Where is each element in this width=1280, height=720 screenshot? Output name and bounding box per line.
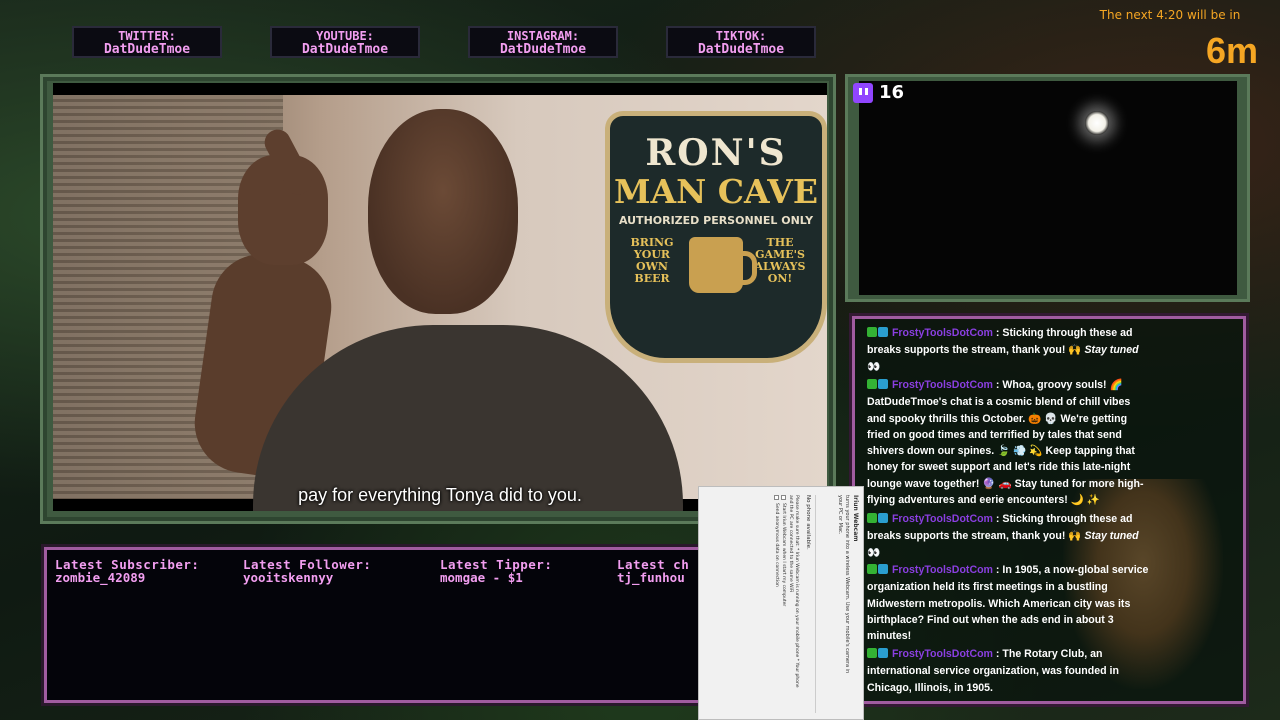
popup-content: Iriun Webcam turns your phone into a wir… xyxy=(699,487,863,719)
social-youtube: YOUTUBE: DatDudeTmoe xyxy=(270,26,420,58)
man-cave-sign: RON'S MAN CAVE AUTHORIZED PERSONNEL ONLY… xyxy=(605,111,827,363)
person-head xyxy=(368,109,518,314)
countdown-label: The next 4:20 will be in xyxy=(1099,8,1241,22)
chat-text: Whoa, groovy souls! 🌈 DatDudeTmoe's chat… xyxy=(867,379,1144,507)
latest-tipper: Latest Tipper: momgae - $1 xyxy=(440,558,552,584)
twitch-icon xyxy=(853,82,873,103)
chat-panel: FrostyToolsDotCom : Sticking through the… xyxy=(852,316,1246,704)
viewer-count: 16 xyxy=(879,82,905,103)
sign-left-text: BRING YOUR OWN BEER xyxy=(630,236,674,285)
latest-cheer: Latest ch tj_funhou xyxy=(617,558,689,584)
checkbox-icon[interactable] xyxy=(774,495,779,500)
countdown-value: 6m xyxy=(1205,30,1258,71)
beer-mug-icon xyxy=(689,237,757,293)
chat-username[interactable]: FrostyToolsDotCom xyxy=(892,379,993,391)
chat-message: FrostyToolsDotCom : Sticking through the… xyxy=(867,512,1139,559)
latest-tipper-value: momgae - $1 xyxy=(440,570,523,585)
checkmark-icon xyxy=(867,379,877,389)
checkmark-icon xyxy=(867,327,877,337)
chat-badges xyxy=(867,512,889,528)
chat-italic: Stay tuned xyxy=(1084,530,1139,543)
moon xyxy=(1085,111,1109,135)
popup-status: No phone available. xyxy=(805,495,816,713)
chat-badges xyxy=(867,647,889,663)
social-tiktok: TIKTOK: DatDudeTmoe xyxy=(666,26,816,58)
badge-icon xyxy=(878,513,888,523)
sign-line-1: RON'S xyxy=(645,132,787,174)
social-instagram: INSTAGRAM: DatDudeTmoe xyxy=(468,26,618,58)
iriun-webcam-popup[interactable]: Iriun Webcam turns your phone into a wir… xyxy=(698,486,864,720)
anonymous-data-checkbox[interactable]: Send anonymous data on connection xyxy=(773,495,780,713)
startup-checkbox-label: Start Iriun Webcam when I start my compu… xyxy=(781,503,786,607)
badge-icon xyxy=(878,648,888,658)
checkmark-icon xyxy=(867,648,877,658)
latest-follower: Latest Follower: yooitskennyy xyxy=(243,558,371,584)
chat-tail: 👀 xyxy=(867,546,881,559)
webcam-feed xyxy=(859,81,1237,295)
chat-badges xyxy=(867,378,889,394)
badge-icon xyxy=(878,327,888,337)
checkbox-icon[interactable] xyxy=(781,495,786,500)
social-handle: DatDudeTmoe xyxy=(499,42,587,57)
social-twitter: TWITTER: DatDudeTmoe xyxy=(72,26,222,58)
social-handle: DatDudeTmoe xyxy=(103,42,191,57)
chat-username[interactable]: FrostyToolsDotCom xyxy=(892,327,993,339)
sign-line-3: AUTHORIZED PERSONNEL ONLY xyxy=(618,214,814,227)
latest-subscriber-value: zombie_42089 xyxy=(55,570,146,585)
anonymous-data-checkbox-label: Send anonymous data on connection xyxy=(774,503,779,587)
chat-badges xyxy=(867,563,889,579)
main-video-frame: RON'S MAN CAVE AUTHORIZED PERSONNEL ONLY… xyxy=(40,74,836,524)
checkmark-icon xyxy=(867,513,877,523)
chat-message: FrostyToolsDotCom : In 1905, a now-globa… xyxy=(867,563,1149,643)
chat-italic: Stay tuned xyxy=(1084,344,1139,357)
webcam-frame xyxy=(845,74,1250,302)
latest-follower-value: yooitskennyy xyxy=(243,570,334,585)
chat-username[interactable]: FrostyToolsDotCom xyxy=(892,513,993,525)
chat-tail: 👀 xyxy=(867,360,881,373)
sign-right-text: THE GAME'S ALWAYS ON! xyxy=(754,236,806,285)
social-handle: DatDudeTmoe xyxy=(697,42,785,57)
viewer-counter: 16 xyxy=(853,82,904,103)
startup-checkbox[interactable]: Start Iriun Webcam when I start my compu… xyxy=(780,495,787,713)
badge-icon xyxy=(878,564,888,574)
latest-cheer-value: tj_funhou xyxy=(617,570,685,585)
checkmark-icon xyxy=(867,564,877,574)
popup-title: Iriun Webcam xyxy=(852,495,859,542)
chat-message: FrostyToolsDotCom : The Rotary Club, an … xyxy=(867,647,1119,694)
badge-icon xyxy=(878,379,888,389)
video-scene: RON'S MAN CAVE AUTHORIZED PERSONNEL ONLY… xyxy=(53,95,827,511)
chat-badges xyxy=(867,326,889,342)
popup-instructions: Please make sure that: * Iriun Webcam is… xyxy=(788,495,799,688)
video-player[interactable]: RON'S MAN CAVE AUTHORIZED PERSONNEL ONLY… xyxy=(53,83,827,511)
popup-description: turns your phone into a wireless Webcam.… xyxy=(837,495,850,674)
chat-username[interactable]: FrostyToolsDotCom xyxy=(892,564,993,576)
social-handle: DatDudeTmoe xyxy=(301,42,389,57)
chat-message: FrostyToolsDotCom : Sticking through the… xyxy=(867,326,1139,373)
chat-username[interactable]: FrostyToolsDotCom xyxy=(892,648,993,660)
latest-subscriber: Latest Subscriber: zombie_42089 xyxy=(55,558,199,584)
sign-line-2: MAN CAVE xyxy=(613,172,818,211)
chat-message: FrostyToolsDotCom : Whoa, groovy souls! … xyxy=(867,378,1144,507)
